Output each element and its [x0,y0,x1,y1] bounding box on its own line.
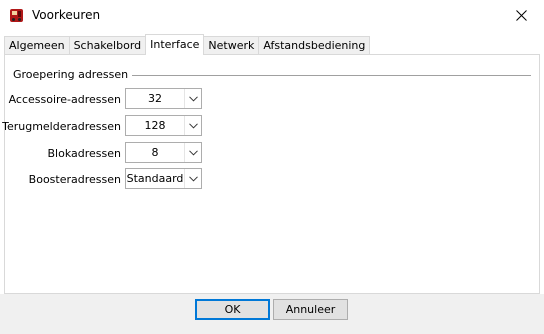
chevron-down-icon[interactable] [184,89,201,108]
combo-value: 32 [148,92,162,105]
group-title: Groepering adressen [13,68,133,81]
window-title: Voorkeuren [32,8,101,22]
close-button[interactable] [498,0,544,31]
dialog-button-bar: OK Annuleer [0,294,544,334]
group-divider [119,75,531,76]
close-icon [515,10,527,21]
boosteradressen-select[interactable]: Standaard [125,168,202,189]
tab-schakelbord[interactable]: Schakelbord [68,36,147,55]
combo-value: 128 [144,119,166,132]
chevron-down-icon[interactable] [184,143,201,162]
accessoire-adressen-select[interactable]: 32 [125,88,202,109]
boosteradressen-label: Boosteradressen [28,173,121,186]
tab-strip: Algemeen Schakelbord Interface Netwerk A… [4,34,371,55]
cancel-button[interactable]: Annuleer [273,299,348,320]
tab-interface[interactable]: Interface [145,34,205,55]
blokadressen-select[interactable]: 8 [125,142,202,163]
combo-value: 8 [151,146,159,159]
locomotive-app-icon [9,8,24,23]
terugmelderadressen-label: Terugmelderadressen [2,120,121,133]
interface-panel: Groepering adressen Accessoire-adressen … [2,54,540,294]
title-bar: Voorkeuren [0,0,544,31]
chevron-down-icon[interactable] [184,116,201,135]
tab-netwerk[interactable]: Netwerk [203,36,260,55]
chevron-down-icon[interactable] [184,169,201,188]
tab-afstandsbediening[interactable]: Afstandsbediening [258,36,371,55]
preferences-window: Voorkeuren Algemeen Schakelbord Interfac… [0,0,544,334]
tab-algemeen[interactable]: Algemeen [4,36,70,55]
ok-button[interactable]: OK [195,299,270,320]
blokadressen-label: Blokadressen [47,147,121,160]
combo-value: Standaard [126,172,184,185]
terugmelderadressen-select[interactable]: 128 [125,115,202,136]
accessoire-adressen-label: Accessoire-adressen [8,93,121,106]
